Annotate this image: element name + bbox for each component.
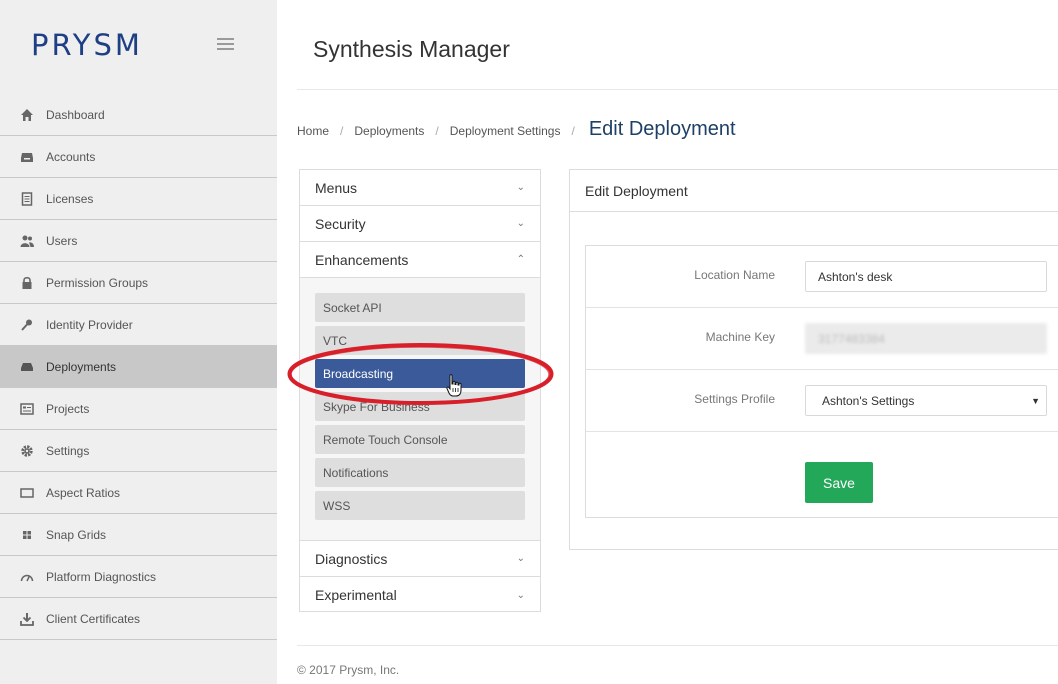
breadcrumb-separator: / — [571, 124, 575, 138]
footer-divider — [297, 645, 1058, 646]
settings-profile-value: Ashton's Settings — [822, 393, 915, 408]
projects-icon — [20, 402, 34, 416]
accordion-menus[interactable]: Menus ⌄ — [300, 170, 540, 206]
machine-key-row: Machine Key — [586, 308, 1058, 370]
sidebar-item-dashboard[interactable]: Dashboard — [0, 94, 277, 136]
breadcrumb-deployment-settings-link[interactable]: Deployment Settings — [450, 124, 561, 138]
enhancements-list: Socket API VTC Broadcasting Skype For Bu… — [300, 278, 540, 541]
users-icon — [20, 234, 34, 248]
sidebar-item-label: Client Certificates — [46, 611, 141, 626]
accordion-menus-label: Menus — [315, 179, 358, 196]
machine-key-label: Machine Key — [705, 330, 775, 344]
sidebar-item-label: Licenses — [46, 191, 94, 206]
caret-down-icon: ▼ — [1031, 395, 1040, 406]
chevron-down-icon: ⌄ — [516, 589, 525, 601]
sidebar-item-label: Dashboard — [46, 107, 105, 122]
inbox-icon — [20, 150, 34, 164]
sidebar-item-platform-diagnostics[interactable]: Platform Diagnostics — [0, 556, 277, 598]
machine-key-input — [805, 323, 1047, 354]
sidebar: PRYSM Dashboard Accounts Licenses Users … — [0, 0, 277, 684]
accordion-security-label: Security — [315, 215, 366, 232]
sidebar-nav: Dashboard Accounts Licenses Users Permis… — [0, 94, 277, 640]
enhancement-remote-touch-console[interactable]: Remote Touch Console — [315, 425, 525, 454]
breadcrumb-separator: / — [340, 124, 344, 138]
enhancement-socket-api[interactable]: Socket API — [315, 293, 525, 322]
enhancement-broadcasting[interactable]: Broadcasting — [315, 359, 525, 388]
sidebar-item-client-certificates[interactable]: Client Certificates — [0, 598, 277, 640]
location-name-input[interactable] — [805, 261, 1047, 292]
sidebar-item-label: Permission Groups — [46, 275, 149, 290]
download-icon — [20, 612, 34, 626]
aspect-ratio-icon — [20, 486, 34, 500]
settings-accordion: Menus ⌄ Security ⌄ Enhancements ⌃ Socket… — [299, 169, 541, 612]
location-name-row: Location Name — [586, 246, 1058, 308]
sidebar-item-label: Platform Diagnostics — [46, 569, 157, 584]
sidebar-item-label: Users — [46, 233, 78, 248]
accordion-experimental-label: Experimental — [315, 587, 397, 603]
settings-profile-select[interactable]: Ashton's Settings ▼ — [805, 385, 1047, 416]
sidebar-item-deployments[interactable]: Deployments — [0, 346, 277, 388]
drive-icon — [20, 360, 34, 374]
edit-deployment-panel: Edit Deployment Location Name Machine Ke… — [569, 169, 1058, 550]
header-divider — [297, 89, 1058, 90]
sidebar-item-permission-groups[interactable]: Permission Groups — [0, 262, 277, 304]
edit-deployment-form: Location Name Machine Key Settings Profi… — [585, 245, 1058, 518]
chevron-down-icon: ⌄ — [516, 218, 525, 229]
breadcrumb-separator: / — [435, 124, 439, 138]
accordion-security[interactable]: Security ⌄ — [300, 206, 540, 242]
breadcrumb-deployments-link[interactable]: Deployments — [354, 124, 424, 138]
sidebar-item-label: Projects — [46, 401, 90, 416]
gear-icon — [20, 444, 34, 458]
accordion-experimental[interactable]: Experimental ⌄ — [300, 577, 540, 613]
key-icon — [20, 318, 34, 332]
enhancement-notifications[interactable]: Notifications — [315, 458, 525, 487]
sidebar-item-users[interactable]: Users — [0, 220, 277, 262]
prysm-logo[interactable]: PRYSM — [31, 28, 143, 62]
breadcrumb-home-link[interactable]: Home — [297, 124, 329, 138]
sidebar-item-label: Identity Provider — [46, 317, 133, 332]
dashboard-gauge-icon — [20, 570, 34, 584]
page-title: Synthesis Manager — [313, 36, 510, 62]
chevron-down-icon: ⌄ — [516, 182, 525, 193]
chevron-up-icon: ⌃ — [516, 254, 525, 265]
panel-title: Edit Deployment — [570, 170, 1058, 212]
hamburger-menu-icon[interactable] — [217, 38, 234, 52]
location-name-label: Location Name — [694, 268, 775, 282]
enhancement-vtc[interactable]: VTC — [315, 326, 525, 355]
lock-icon — [20, 276, 34, 290]
sidebar-item-settings[interactable]: Settings — [0, 430, 277, 472]
sidebar-item-label: Aspect Ratios — [46, 485, 121, 500]
sidebar-item-label: Deployments — [46, 359, 117, 374]
grid-icon — [20, 528, 34, 542]
enhancement-wss[interactable]: WSS — [315, 491, 525, 520]
accordion-diagnostics-label: Diagnostics — [315, 550, 388, 567]
save-button[interactable]: Save — [805, 462, 873, 503]
settings-profile-label: Settings Profile — [694, 392, 775, 406]
enhancement-skype-for-business[interactable]: Skype For Business — [315, 392, 525, 421]
settings-profile-row: Settings Profile Ashton's Settings ▼ — [586, 370, 1058, 432]
accordion-enhancements-label: Enhancements — [315, 251, 409, 268]
accordion-enhancements[interactable]: Enhancements ⌃ — [300, 242, 540, 278]
footer-copyright: © 2017 Prysm, Inc. — [297, 663, 400, 677]
sidebar-item-label: Accounts — [46, 149, 96, 164]
sidebar-item-identity-provider[interactable]: Identity Provider — [0, 304, 277, 346]
sidebar-item-label: Settings — [46, 443, 90, 458]
sidebar-item-label: Snap Grids — [46, 527, 107, 542]
breadcrumb: Home / Deployments / Deployment Settings… — [297, 118, 736, 141]
accordion-diagnostics[interactable]: Diagnostics ⌄ — [300, 541, 540, 577]
sidebar-item-accounts[interactable]: Accounts — [0, 136, 277, 178]
home-icon — [20, 108, 34, 122]
breadcrumb-current: Edit Deployment — [588, 118, 736, 140]
document-icon — [20, 191, 34, 206]
sidebar-item-aspect-ratios[interactable]: Aspect Ratios — [0, 472, 277, 514]
sidebar-item-projects[interactable]: Projects — [0, 388, 277, 430]
chevron-down-icon: ⌄ — [516, 553, 525, 564]
sidebar-item-snap-grids[interactable]: Snap Grids — [0, 514, 277, 556]
sidebar-item-licenses[interactable]: Licenses — [0, 178, 277, 220]
